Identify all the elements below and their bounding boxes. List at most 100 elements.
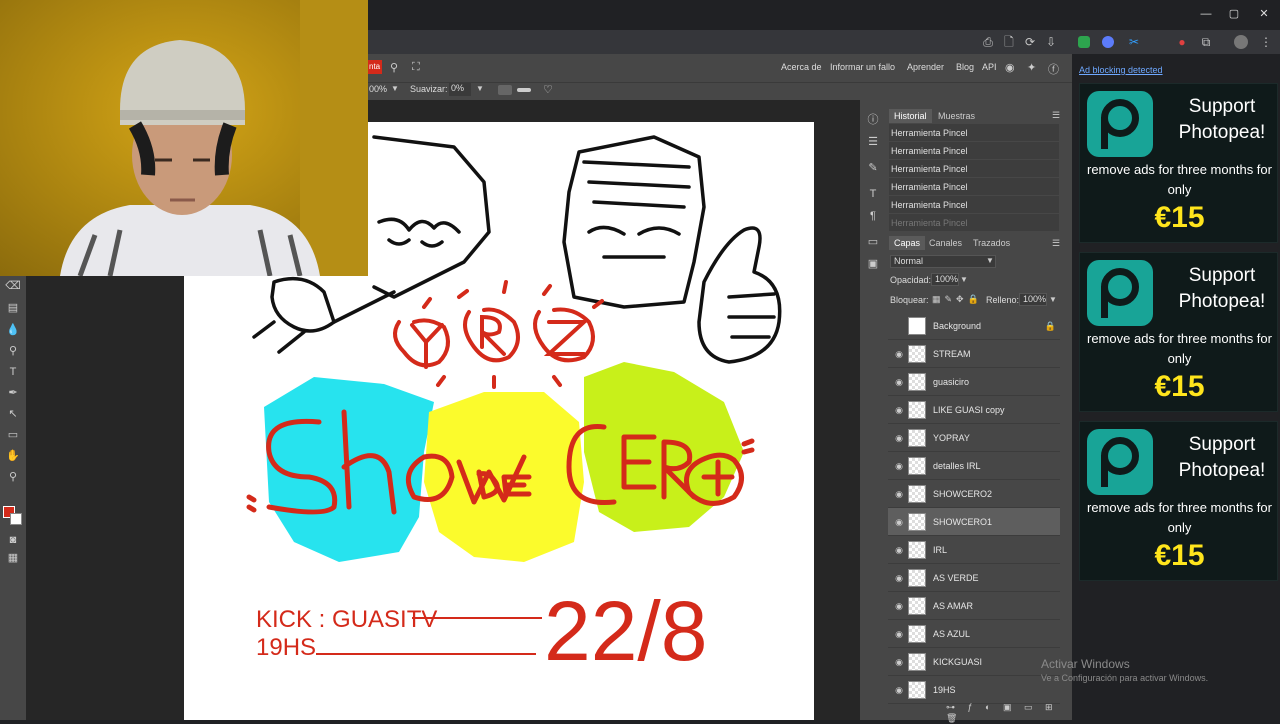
fill-input[interactable]: 100%	[1019, 293, 1047, 306]
eye-icon[interactable]: ◉	[893, 377, 905, 387]
opacity-value[interactable]: 00%	[369, 84, 387, 94]
opacity-input[interactable]: 100%	[931, 273, 959, 286]
layer-row[interactable]: ◉ SHOWCERO2	[888, 480, 1060, 508]
layer-row[interactable]: ◉ detalles IRL	[888, 452, 1060, 480]
bookmark-star-icon[interactable]	[1044, 34, 1060, 50]
maximize-button[interactable]: ▢	[1224, 6, 1244, 22]
eye-icon[interactable]: ◉	[893, 545, 905, 555]
tab-swatches[interactable]: Muestras	[933, 109, 980, 123]
eye-icon[interactable]: ◉	[893, 573, 905, 583]
chevron-down-icon[interactable]: ▼	[960, 275, 968, 284]
layer-row[interactable]: ◉ AS AZUL	[888, 620, 1060, 648]
close-button[interactable]: ✕	[1254, 6, 1274, 22]
ad-banner[interactable]: Support Photopea! remove ads for three m…	[1079, 252, 1278, 412]
screen-mode-icon[interactable]: ▦	[5, 550, 21, 566]
eye-icon[interactable]: ◉	[893, 629, 905, 639]
page-icon[interactable]: 🗋	[1001, 34, 1017, 50]
eye-icon[interactable]: ◉	[893, 461, 905, 471]
twitter-icon[interactable]: ✦	[1027, 61, 1036, 74]
eye-icon[interactable]: ◉	[893, 405, 905, 415]
hand-icon[interactable]: ✋	[5, 448, 21, 464]
panel-menu-icon[interactable]: ☰	[1052, 110, 1060, 121]
css-icon[interactable]: ▭	[865, 234, 881, 250]
ad-banner[interactable]: Support Photopea! remove ads for three m…	[1079, 421, 1278, 581]
menu-link-learn[interactable]: Aprender	[907, 62, 944, 72]
layer-row[interactable]: ◉ STREAM	[888, 340, 1060, 368]
history-row[interactable]: Herramienta Pincel	[889, 214, 1059, 232]
history-row[interactable]: Herramienta Pincel	[889, 142, 1059, 160]
menu-link-api[interactable]: API	[982, 62, 997, 72]
heart-icon[interactable]: ♡	[543, 83, 553, 96]
image-icon[interactable]: ▣	[865, 256, 881, 272]
menu-active-tab[interactable]: nta	[368, 60, 382, 74]
search-icon[interactable]: ⚲	[390, 61, 398, 74]
dodge-icon[interactable]: ⚲	[5, 343, 21, 359]
rectangle-icon[interactable]: ▭	[5, 427, 21, 443]
layer-row[interactable]: ◉ guasiciro	[888, 368, 1060, 396]
reddit-icon[interactable]: ◉	[1005, 61, 1015, 74]
tab-channels[interactable]: Canales	[924, 236, 967, 250]
history-row[interactable]: Herramienta Pincel	[889, 196, 1059, 214]
path-select-icon[interactable]: ↖	[5, 406, 21, 422]
extension-icon[interactable]: ●	[1174, 34, 1190, 50]
background-color-swatch[interactable]	[10, 513, 22, 525]
extension-icon[interactable]	[1078, 36, 1090, 48]
install-app-icon[interactable]: ⎙	[980, 34, 996, 50]
eye-icon[interactable]: ◉	[893, 657, 905, 667]
extensions-puzzle-icon[interactable]: ⧉	[1198, 34, 1214, 50]
brush-shape-icon[interactable]	[498, 85, 512, 95]
layer-row[interactable]: ◉ 19HS	[888, 676, 1060, 704]
more-menu-icon[interactable]: ⋮	[1258, 34, 1274, 50]
profile-avatar[interactable]	[1234, 35, 1248, 49]
layer-row[interactable]: ◉ AS VERDE	[888, 564, 1060, 592]
layer-row[interactable]: ◉ YOPRAY	[888, 424, 1060, 452]
blend-mode-select[interactable]: Normal	[890, 255, 996, 268]
properties-icon[interactable]: ☰	[865, 134, 881, 150]
facebook-icon[interactable]: ⓕ	[1048, 61, 1059, 77]
minimize-button[interactable]: —	[1196, 6, 1216, 22]
chevron-down-icon[interactable]: ▼	[391, 84, 399, 93]
layer-row[interactable]: ◉ IRL	[888, 536, 1060, 564]
tab-layers[interactable]: Capas	[889, 236, 926, 250]
menu-link-about[interactable]: Acerca de	[781, 62, 822, 72]
chevron-down-icon[interactable]: ▼	[476, 84, 484, 93]
eraser-icon[interactable]: ⌫	[5, 278, 21, 294]
extension-icon[interactable]: ✂	[1126, 34, 1142, 50]
info-icon[interactable]: ⓘ	[865, 112, 881, 128]
pressure-icon[interactable]	[517, 88, 531, 92]
character-icon[interactable]: T	[865, 186, 881, 202]
eye-icon[interactable]: ◉	[893, 685, 905, 695]
eye-icon[interactable]: ◉	[893, 349, 905, 359]
layer-actions-bar[interactable]: ⊶ ƒ ◐ ▣ ▭ ⊞ 🗑	[946, 702, 1066, 723]
gradient-icon[interactable]: ▤	[5, 300, 21, 316]
brush-icon[interactable]: ✎	[865, 160, 881, 176]
zoom-icon[interactable]: ⚲	[5, 469, 21, 485]
smooth-input[interactable]: 0%	[449, 83, 471, 96]
type-icon[interactable]: T	[5, 364, 21, 380]
tab-history[interactable]: Historial	[889, 109, 932, 123]
history-row[interactable]: Herramienta Pincel	[889, 178, 1059, 196]
menu-link-report-bug[interactable]: Informar un fallo	[830, 62, 895, 72]
history-row[interactable]: Herramienta Pincel	[889, 160, 1059, 178]
layer-row[interactable]: ◉ AS AMAR	[888, 592, 1060, 620]
layer-row[interactable]: ◉ KICKGUASI	[888, 648, 1060, 676]
eye-icon[interactable]: ◉	[893, 433, 905, 443]
quick-mask-icon[interactable]: ◙	[5, 532, 21, 548]
fullscreen-icon[interactable]: ⛶	[412, 61, 420, 74]
lock-options-icons[interactable]: ▦✎✥🔒	[932, 294, 983, 305]
eye-icon[interactable]: ◉	[893, 489, 905, 499]
history-row[interactable]: Herramienta Pincel	[889, 124, 1059, 142]
blur-drop-icon[interactable]: 💧	[5, 322, 21, 338]
panel-menu-icon[interactable]: ☰	[1052, 238, 1060, 249]
eye-icon[interactable]: ◉	[893, 517, 905, 527]
reload-icon[interactable]: ⟳	[1022, 34, 1038, 50]
layer-row-selected[interactable]: ◉ SHOWCERO1	[888, 508, 1060, 536]
chevron-down-icon[interactable]: ▼	[1049, 295, 1057, 304]
eye-icon[interactable]: ◉	[893, 601, 905, 611]
layer-row[interactable]: Background 🔒	[888, 312, 1060, 340]
paragraph-icon[interactable]: ¶	[865, 208, 881, 224]
extension-icon[interactable]	[1102, 36, 1114, 48]
pen-icon[interactable]: ✒	[5, 385, 21, 401]
tab-paths[interactable]: Trazados	[968, 236, 1015, 250]
ad-banner[interactable]: Support Photopea! remove ads for three m…	[1079, 83, 1278, 243]
